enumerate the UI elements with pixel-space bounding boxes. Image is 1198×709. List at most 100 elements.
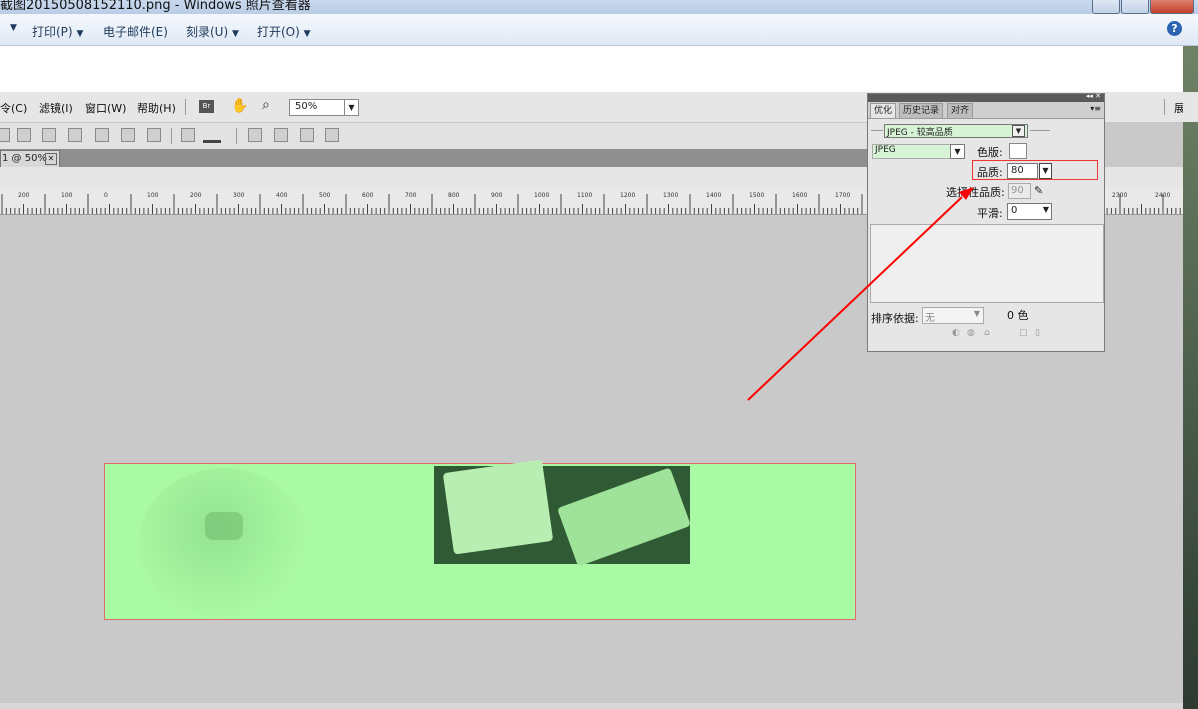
panel-grip: ◂◂ ✕ <box>868 92 1104 102</box>
ruler-label: 1100 <box>577 192 593 199</box>
print-menu[interactable]: 打印(P) ▼ <box>32 23 83 40</box>
intersect-icon[interactable] <box>147 128 161 142</box>
burn-menu[interactable]: 刻录(U) ▼ <box>186 23 239 40</box>
selective-quality-input[interactable]: 90 <box>1008 183 1031 199</box>
punch-icon[interactable] <box>181 128 195 142</box>
file-menu-caret[interactable]: ▼ <box>10 23 17 33</box>
delete-color-icon[interactable]: ▯ <box>1035 328 1040 338</box>
document-tab-bar: 1 @ 50% ✕ <box>0 149 867 168</box>
palette-swatch[interactable] <box>1009 143 1027 159</box>
chevron-down-icon: ▼ <box>1012 125 1025 137</box>
document-tab[interactable]: 1 @ 50% ✕ <box>0 150 60 168</box>
viewer-blank-area <box>0 46 1183 92</box>
divider <box>871 130 883 131</box>
email-menu[interactable]: 电子邮件(E) <box>103 23 168 40</box>
menu-help[interactable]: 帮助(H) <box>137 100 176 116</box>
desk-photo <box>434 459 691 567</box>
chevron-down-icon: ▼ <box>973 309 980 318</box>
bring-forward-icon[interactable] <box>17 128 31 142</box>
minimize-button[interactable] <box>1092 0 1120 14</box>
tab-history[interactable]: 历史记录 <box>899 103 944 118</box>
ruler-label: 1700 <box>835 192 851 199</box>
panel-tabs: 优化 历史记录 对齐 ▾≡ <box>868 102 1104 119</box>
zoom-icon[interactable]: ⌕ <box>262 97 270 113</box>
ruler-label: 1300 <box>663 192 679 199</box>
zoom-select[interactable]: 50% ▼ <box>289 99 359 116</box>
menu-separator <box>1164 99 1165 115</box>
ruler-label: 100 <box>61 192 73 199</box>
bridge-button[interactable]: Br <box>199 100 214 113</box>
keyboard-image <box>557 467 691 567</box>
web-snap-icon[interactable]: ◍ <box>967 328 975 338</box>
join-icon[interactable] <box>68 128 82 142</box>
chevron-down-icon: ▼ <box>344 100 358 115</box>
format-value: JPEG <box>875 145 896 155</box>
ruler-label: 200 <box>190 192 202 199</box>
ruler-label: 800 <box>448 192 460 199</box>
calendar-image <box>442 459 554 555</box>
sort-select[interactable]: 无 ▼ <box>922 307 984 324</box>
align-icon[interactable] <box>203 128 221 143</box>
preset-select[interactable]: JPEG - 较高品质 ▼ <box>884 124 1028 138</box>
maximize-button[interactable] <box>1121 0 1149 14</box>
close-button[interactable] <box>1150 0 1194 14</box>
collapse-close-icon[interactable]: ◂◂ ✕ <box>1086 92 1101 100</box>
sort-label: 排序依据: <box>871 312 919 325</box>
tab-optimize[interactable]: 优化 <box>870 103 897 118</box>
ruler-label: 1600 <box>792 192 808 199</box>
flip-horizontal-icon[interactable] <box>300 128 314 142</box>
document-header-gap <box>0 167 867 190</box>
optimize-panel: ◂◂ ✕ 优化 历史记录 对齐 ▾≡ JPEG - 较高品质 ▼ JPEG ▼ … <box>867 92 1105 352</box>
open-menu[interactable]: 打开(O) ▼ <box>257 23 311 40</box>
window-title: 截图20150508152110.png - Windows 照片查看器 <box>0 0 311 13</box>
close-icon[interactable]: ✕ <box>45 153 57 165</box>
ruler-label: 600 <box>362 192 374 199</box>
smoothing-label: 平滑: <box>977 207 1003 220</box>
split-icon[interactable] <box>95 128 109 142</box>
tab-align[interactable]: 对齐 <box>947 103 974 118</box>
color-table[interactable] <box>870 224 1104 303</box>
quality-highlight-box <box>972 160 1098 180</box>
rotate-cw-icon[interactable] <box>274 128 288 142</box>
ruler-label: 100 <box>147 192 159 199</box>
watch-face <box>205 512 243 540</box>
menu-filters[interactable]: 滤镜(I) <box>39 100 73 116</box>
chevron-down-icon: ▼ <box>231 29 239 39</box>
menu-commands[interactable]: 令(C) <box>0 100 27 116</box>
palette-label: 色版: <box>977 146 1003 159</box>
help-icon[interactable]: ? <box>1167 21 1182 36</box>
group-icon[interactable] <box>0 128 10 142</box>
ruler-label: 200 <box>18 192 30 199</box>
rotate-ccw-icon[interactable] <box>248 128 262 142</box>
menu-bar-edge <box>1183 92 1198 122</box>
viewer-toolbar: ▼ 打印(P) ▼ 电子邮件(E) 刻录(U) ▼ 打开(O) ▼ ? <box>0 14 1198 46</box>
edit-icon[interactable]: ✎ <box>1034 184 1043 197</box>
add-color-icon[interactable]: ▢ <box>1019 328 1028 338</box>
smoothing-select[interactable]: 0 ▼ <box>1007 203 1052 220</box>
ruler-label: 900 <box>491 192 503 199</box>
watch-image <box>139 468 309 618</box>
transparent-icon[interactable]: ◐ <box>952 328 960 338</box>
preset-value: JPEG - 较高品质 <box>887 128 953 138</box>
lock-icon[interactable]: ⌂ <box>984 328 990 338</box>
chevron-down-icon: ▼ <box>76 29 84 39</box>
ruler-label: 1400 <box>706 192 722 199</box>
send-backward-icon[interactable] <box>42 128 56 142</box>
slice-overlay[interactable] <box>104 459 856 620</box>
panel-menu-icon[interactable]: ▾≡ <box>1090 104 1101 113</box>
menu-window[interactable]: 窗口(W) <box>85 100 126 116</box>
toolbar-separator <box>236 128 237 144</box>
smoothing-value: 0 <box>1011 205 1018 216</box>
ruler-label: 700 <box>405 192 417 199</box>
zoom-value: 50% <box>295 101 318 112</box>
flip-vertical-icon[interactable] <box>325 128 339 142</box>
ruler-label: 400 <box>276 192 288 199</box>
viewer-bottom-strip <box>0 703 1183 709</box>
chevron-down-icon[interactable]: ▼ <box>950 144 965 159</box>
sort-value: 无 <box>925 313 935 324</box>
ruler-label: 0 <box>104 192 108 199</box>
union-icon[interactable] <box>121 128 135 142</box>
window-controls <box>1092 0 1194 14</box>
ruler-label: 1500 <box>749 192 765 199</box>
hand-icon[interactable]: ✋ <box>231 98 248 114</box>
